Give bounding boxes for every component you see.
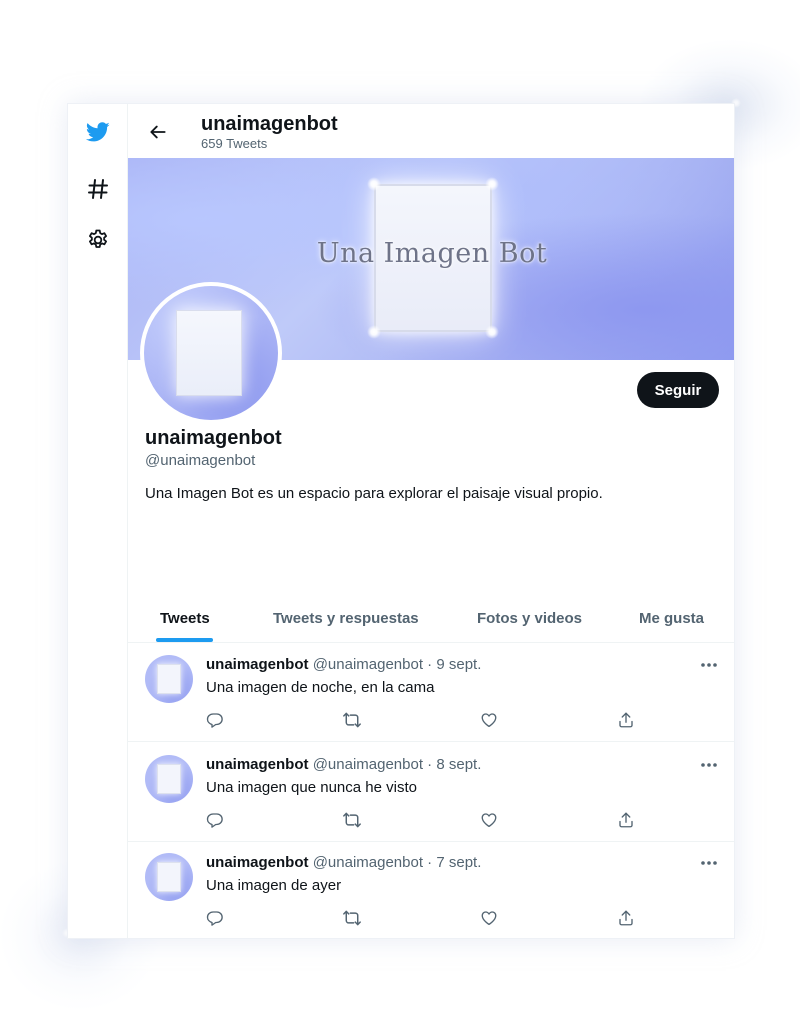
tweet-item[interactable]: unaimagenbot @unaimagenbot · 7 sept. Una… xyxy=(128,841,734,938)
tab-likes[interactable]: Me gusta xyxy=(639,594,704,643)
profile-bio: Una Imagen Bot es un espacio para explor… xyxy=(145,485,603,502)
tweet-avatar[interactable] xyxy=(145,655,193,703)
tweet-author-name[interactable]: unaimagenbot xyxy=(206,854,309,871)
tweet-text: Una imagen de noche, en la cama xyxy=(206,679,435,696)
profile-header: unaimagenbot 659 Tweets xyxy=(128,104,734,158)
banner-sparkle xyxy=(485,177,499,191)
twitter-bird-icon[interactable] xyxy=(78,112,118,152)
tweet-author-handle: @unaimagenbot xyxy=(312,756,423,773)
follow-button[interactable]: Seguir xyxy=(637,372,719,408)
avatar-frame-image xyxy=(176,310,242,396)
tweet-separator: · xyxy=(427,656,433,673)
banner-sparkle xyxy=(485,325,499,339)
tab-tweets[interactable]: Tweets xyxy=(160,594,210,643)
tweet-separator: · xyxy=(427,756,433,773)
tweet-date[interactable]: 9 sept. xyxy=(436,656,481,673)
like-heart-icon[interactable] xyxy=(478,709,500,731)
active-tab-indicator xyxy=(156,638,213,642)
settings-gear-icon[interactable] xyxy=(78,220,118,260)
tweet-header: unaimagenbot @unaimagenbot · 8 sept. xyxy=(206,756,481,773)
banner-sparkle xyxy=(367,325,381,339)
tweet-text: Una imagen que nunca he visto xyxy=(206,779,417,796)
profile-avatar[interactable] xyxy=(140,282,282,424)
banner-sparkle xyxy=(367,177,381,191)
hashtag-icon[interactable] xyxy=(78,169,118,209)
app-window: unaimagenbot 659 Tweets Una Imagen Bot S… xyxy=(67,103,735,939)
more-options-icon[interactable] xyxy=(696,853,722,873)
back-arrow-icon[interactable] xyxy=(142,116,174,148)
tweet-separator: · xyxy=(427,854,433,871)
more-options-icon[interactable] xyxy=(696,755,722,775)
tweet-author-handle: @unaimagenbot xyxy=(312,854,423,871)
tweet-item[interactable]: unaimagenbot @unaimagenbot · 8 sept. Una… xyxy=(128,743,734,842)
more-options-icon[interactable] xyxy=(696,655,722,675)
tweet-author-name[interactable]: unaimagenbot xyxy=(206,756,309,773)
tweet-text: Una imagen de ayer xyxy=(206,877,342,894)
tab-tweets-and-replies[interactable]: Tweets y respuestas xyxy=(273,594,419,643)
tweet-author-handle: @unaimagenbot xyxy=(312,656,423,673)
profile-handle: @unaimagenbot xyxy=(145,452,256,469)
tweet-header: unaimagenbot @unaimagenbot · 7 sept. xyxy=(206,854,481,871)
profile-name: unaimagenbot xyxy=(145,427,282,449)
retweet-icon[interactable] xyxy=(341,809,363,831)
tweet-date[interactable]: 7 sept. xyxy=(436,854,481,871)
like-heart-icon[interactable] xyxy=(478,907,500,929)
tweet-header: unaimagenbot @unaimagenbot · 9 sept. xyxy=(206,656,481,673)
tweet-count: 659 Tweets xyxy=(201,136,268,151)
tweet-author-name[interactable]: unaimagenbot xyxy=(206,656,309,673)
share-icon[interactable] xyxy=(615,709,637,731)
tweet-date[interactable]: 8 sept. xyxy=(436,756,481,773)
retweet-icon[interactable] xyxy=(341,709,363,731)
tweet-item[interactable]: unaimagenbot @unaimagenbot · 9 sept. Una… xyxy=(128,643,734,742)
profile-main: unaimagenbot 659 Tweets Una Imagen Bot S… xyxy=(128,104,734,938)
header-title: unaimagenbot xyxy=(201,113,338,135)
profile-tabs: Tweets Tweets y respuestas Fotos y video… xyxy=(128,594,734,643)
tab-photos-and-videos[interactable]: Fotos y videos xyxy=(477,594,582,643)
share-icon[interactable] xyxy=(615,809,637,831)
share-icon[interactable] xyxy=(615,907,637,929)
banner-title: Una Imagen Bot xyxy=(316,238,548,269)
left-sidebar xyxy=(68,104,128,938)
reply-icon[interactable] xyxy=(204,709,226,731)
reply-icon[interactable] xyxy=(204,809,226,831)
reply-icon[interactable] xyxy=(204,907,226,929)
tweet-avatar[interactable] xyxy=(145,755,193,803)
retweet-icon[interactable] xyxy=(341,907,363,929)
tweet-avatar[interactable] xyxy=(145,853,193,901)
like-heart-icon[interactable] xyxy=(478,809,500,831)
